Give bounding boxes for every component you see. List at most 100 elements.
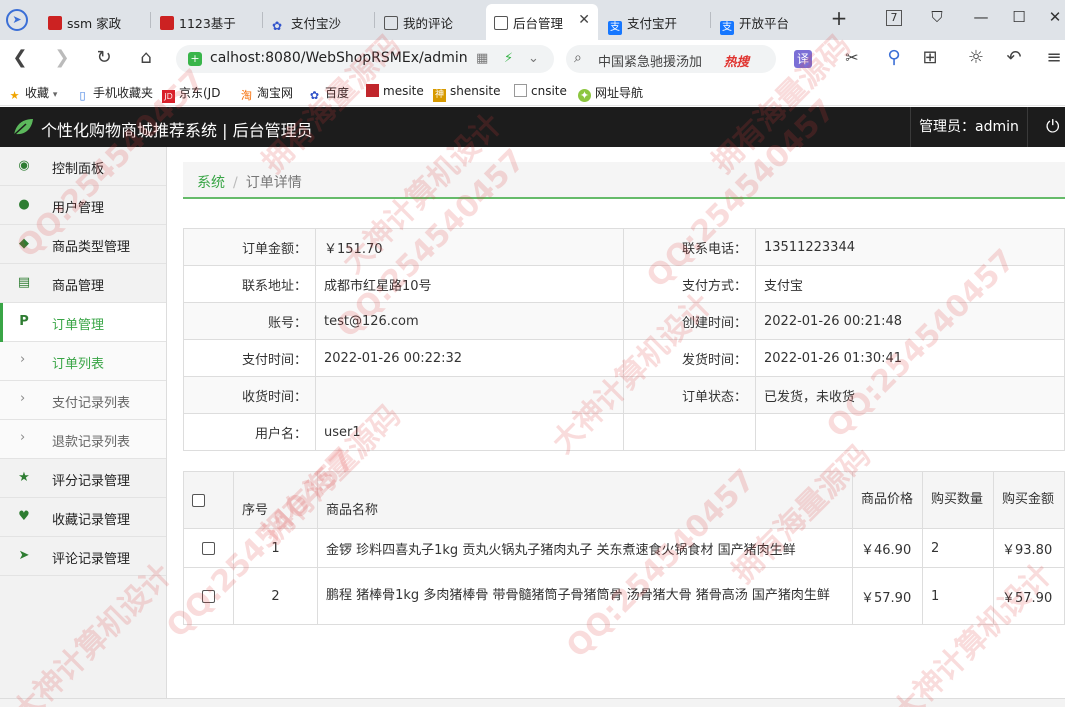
row-checkbox[interactable] <box>202 589 215 603</box>
chevron-down-icon[interactable]: ⌄ <box>528 51 539 66</box>
home-icon[interactable]: ⌂ <box>134 48 158 68</box>
shirt-icon[interactable]: ⛉ <box>926 8 948 26</box>
url-text[interactable]: calhost:8080/WebShopRSMEx/admin <box>210 50 468 66</box>
sidebar-item-favorites[interactable]: ♥ 收藏记录管理 <box>0 498 166 537</box>
sidebar-item-label: 订单管理 <box>52 318 105 333</box>
sidebar-item-users[interactable]: ● 用户管理 <box>0 186 166 225</box>
sidebar-item-label: 收藏记录管理 <box>52 513 131 528</box>
scissors-icon[interactable]: ✂ <box>840 48 864 68</box>
search-input[interactable]: 中国紧急驰援汤加 <box>598 51 702 70</box>
bookmark-item[interactable]: ✦ 网址导航 <box>578 84 643 102</box>
detail-row: 联系地址： 成都市红星路10号 支付方式： 支付宝 <box>183 265 1065 303</box>
browser-tab[interactable]: ssm 家政 <box>40 4 150 40</box>
send-icon: ➤ <box>18 548 30 563</box>
sidebar-item-dashboard[interactable]: ◉ 控制面板 <box>0 147 166 186</box>
tab-count-icon[interactable]: 7 <box>886 10 902 26</box>
field-value: 13511223344 <box>755 228 1065 266</box>
field-label: 账号： <box>183 302 316 340</box>
row-select-cell <box>183 567 234 625</box>
cell-qty: 2 <box>922 528 994 568</box>
browser-tab[interactable]: 支支付宝开 <box>600 4 708 40</box>
field-label: 收货时间： <box>183 376 316 414</box>
brightness-icon[interactable]: ☼ <box>964 48 988 68</box>
sidebar-item-label: 支付记录列表 <box>52 396 131 411</box>
sidebar-item-products[interactable]: ▤ 商品管理 <box>0 264 166 303</box>
browser-tab[interactable]: 我的评论 <box>376 4 484 40</box>
maximize-icon[interactable]: ☐ <box>1008 8 1030 26</box>
bookmark-item[interactable]: ★ 收藏 ▾ <box>8 84 58 102</box>
browser-tab[interactable]: ✿ 支付宝沙 <box>264 4 372 40</box>
column-header-name: 商品名称 <box>317 471 853 529</box>
sidebar-item-ratings[interactable]: ★ 评分记录管理 <box>0 459 166 498</box>
admin-user-label[interactable]: 管理员：admin <box>910 107 1028 147</box>
browser-tab[interactable]: 支开放平台 <box>712 4 820 40</box>
breadcrumb-link-system[interactable]: 系统 <box>197 175 225 191</box>
sidebar-subitem-payment-records[interactable]: › 支付记录列表 <box>0 381 166 420</box>
browser-toolbar: ❮ ❯ ↻ ⌂ + calhost:8080/WebShopRSMEx/admi… <box>0 40 1065 78</box>
hot-search-label[interactable]: 热搜 <box>724 51 749 70</box>
select-all-checkbox[interactable] <box>192 493 205 507</box>
new-tab-icon[interactable]: + <box>828 6 850 30</box>
paypal-icon: P <box>19 314 29 329</box>
reload-icon[interactable]: ↻ <box>92 48 116 68</box>
browser-tab[interactable]: 1123基于 <box>152 4 260 40</box>
bolt-icon[interactable]: ⚡ <box>504 51 513 66</box>
field-value <box>755 413 1065 451</box>
dashboard-icon: ◉ <box>18 158 30 173</box>
select-all-cell <box>183 471 234 529</box>
bookmark-item[interactable]: ▯ 手机收藏夹 <box>76 84 153 102</box>
bookmark-item[interactable]: mesite <box>366 84 424 98</box>
back-icon[interactable]: ❮ <box>8 48 32 68</box>
row-checkbox[interactable] <box>202 541 215 555</box>
minimize-icon[interactable]: — <box>970 8 992 26</box>
search-box[interactable]: ⌕ 中国紧急驰援汤加 热搜 <box>566 45 776 73</box>
sidebar-item-orders[interactable]: P 订单管理 <box>0 303 166 342</box>
forward-icon[interactable]: ❯ <box>50 48 74 68</box>
search-icon: ⌕ <box>574 50 582 66</box>
field-value: 2022-01-26 00:21:48 <box>755 302 1065 340</box>
sidebar-item-label: 退款记录列表 <box>52 435 131 450</box>
phone-icon: ▯ <box>79 89 86 102</box>
bookmark-item[interactable]: 淘淘宝网 <box>240 84 293 102</box>
address-bar[interactable]: + calhost:8080/WebShopRSMEx/admin ▦ ⚡ ⌄ <box>176 45 554 73</box>
tab-favicon-icon <box>48 16 62 30</box>
detail-row: 收货时间： 订单状态： 已发货，未收货 <box>183 376 1065 414</box>
sidebar-item-comments[interactable]: ➤ 评论记录管理 <box>0 537 166 576</box>
power-icon[interactable]: ⏻ <box>1046 117 1059 137</box>
star-icon: ★ <box>18 470 30 485</box>
close-icon[interactable]: ✕ <box>578 12 590 28</box>
undo-icon[interactable]: ↶ <box>1002 48 1026 68</box>
secure-icon: + <box>188 52 202 66</box>
window-close-icon[interactable]: ✕ <box>1044 8 1065 26</box>
translate-icon[interactable]: 译 <box>794 50 812 68</box>
bookmark-item[interactable]: cnsite <box>514 84 567 98</box>
table-row: 2 鹏程 猪棒骨1kg 多肉猪棒骨 带骨髓猪筒子骨猪筒骨 汤骨猪大骨 猪骨高汤 … <box>183 567 1065 625</box>
grid-icon[interactable]: ▦ <box>476 51 488 66</box>
sidebar-subitem-order-list[interactable]: › 订单列表 <box>0 342 166 381</box>
detail-row: 订单金额： ￥151.70 联系电话： 13511223344 <box>183 228 1065 266</box>
chevron-right-icon: › <box>20 391 26 406</box>
apps-icon[interactable]: ⊞ <box>918 48 942 68</box>
cell-qty: 1 <box>922 567 994 625</box>
field-label: 发货时间： <box>623 339 756 377</box>
bookmark-item[interactable]: ✿ 百度 <box>308 84 349 102</box>
star-icon: ★ <box>9 89 20 102</box>
baidu-paw-icon: ✿ <box>272 19 283 33</box>
taobao-icon: 淘 <box>241 89 252 102</box>
menu-icon[interactable]: ≡ <box>1042 48 1065 68</box>
tab-favicon-icon <box>494 16 508 30</box>
browser-tab-active[interactable]: 后台管理 ✕ <box>486 4 598 40</box>
browser-logo-icon[interactable]: ➤ <box>6 9 28 31</box>
chevron-right-icon: › <box>20 352 26 367</box>
column-header-amount: 购买金额 <box>993 471 1065 529</box>
alipay-icon: 支 <box>608 21 622 35</box>
sidebar-subitem-refund-records[interactable]: › 退款记录列表 <box>0 420 166 459</box>
magnifier-icon[interactable]: ⚲ <box>882 48 906 68</box>
bookmark-item[interactable]: JD 京东(JD <box>162 84 220 103</box>
tags-icon: ◆ <box>19 236 29 251</box>
row-select-cell <box>183 528 234 568</box>
jd-icon: JD <box>162 90 175 103</box>
sidebar-item-product-types[interactable]: ◆ 商品类型管理 <box>0 225 166 264</box>
cell-name: 金锣 珍料四喜丸子1kg 贡丸火锅丸子猪肉丸子 关东煮速食火锅食材 国产猪肉生鲜 <box>317 528 853 568</box>
bookmark-item[interactable]: 神 shensite <box>433 84 501 102</box>
